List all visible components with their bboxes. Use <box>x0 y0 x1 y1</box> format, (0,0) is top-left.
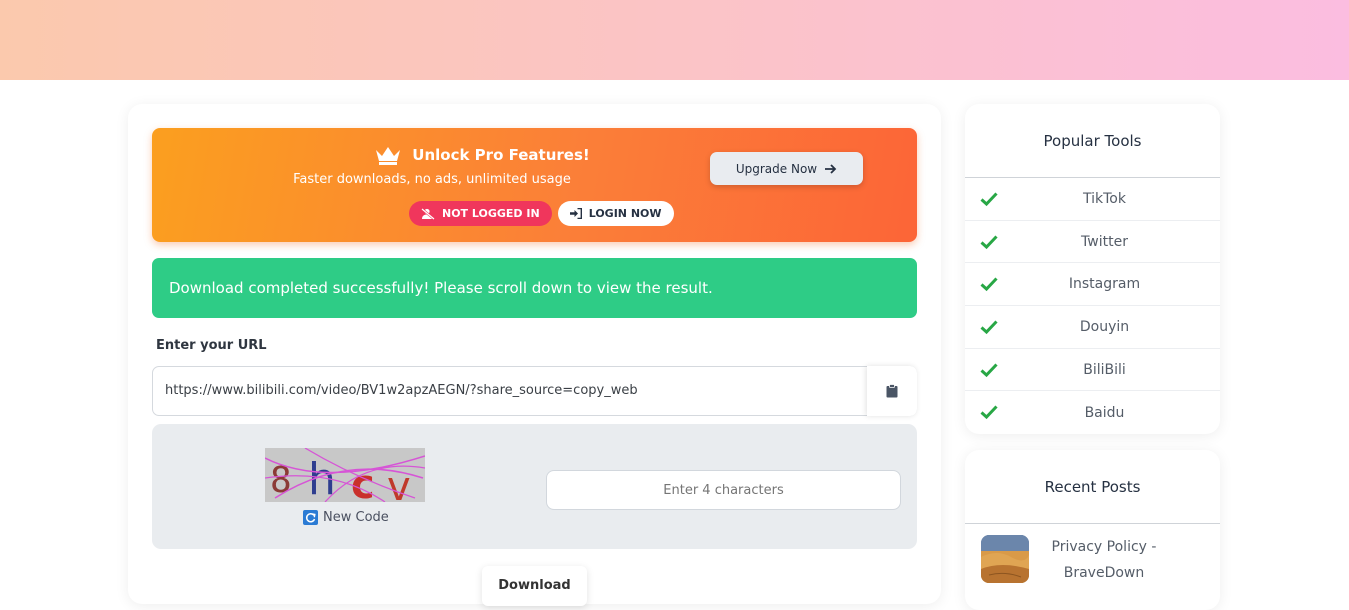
badge-row: NOT LOGGED IN LOGIN NOW <box>409 201 674 226</box>
clipboard-icon <box>886 384 898 398</box>
upgrade-now-label: Upgrade Now <box>735 161 818 176</box>
paste-button[interactable] <box>867 366 917 416</box>
refresh-icon <box>303 510 318 525</box>
crown-icon <box>376 147 401 165</box>
tool-item-baidu[interactable]: Baidu <box>965 391 1220 434</box>
recent-posts-title: Recent Posts <box>965 450 1220 524</box>
tool-label: Douyin <box>1079 318 1130 335</box>
header-banner <box>0 0 1349 80</box>
tool-item-douyin[interactable]: Douyin <box>965 306 1220 349</box>
arrow-right-icon <box>825 163 837 174</box>
post-thumbnail <box>981 535 1029 583</box>
tool-item-instagram[interactable]: Instagram <box>965 263 1220 307</box>
not-logged-in-badge: NOT LOGGED IN <box>409 201 552 226</box>
download-button[interactable]: Download <box>482 566 587 606</box>
pro-title-text: Unlock Pro Features! <box>412 146 590 164</box>
success-alert: Download completed successfully! Please … <box>152 258 917 318</box>
new-code-button[interactable]: New Code <box>303 510 389 525</box>
login-now-label: LOGIN NOW <box>588 207 662 220</box>
post-title: Privacy Policy - BraveDown <box>1051 539 1157 581</box>
check-icon <box>980 405 998 420</box>
tool-item-twitter[interactable]: Twitter <box>965 221 1220 264</box>
url-input-value: https://www.bilibili.com/video/BV1w2apzA… <box>165 383 638 398</box>
popular-tools-card: Popular Tools TikTok Twitter Instagram D… <box>965 104 1220 434</box>
recent-post-item[interactable]: Privacy Policy - BraveDown <box>965 524 1220 594</box>
url-label: Enter your URL <box>156 338 267 353</box>
desert-image-icon <box>981 535 1029 583</box>
captcha-panel: 8 h c v New Code <box>152 424 917 549</box>
tool-label: Instagram <box>1068 276 1141 293</box>
tool-label: TikTok <box>1083 190 1126 207</box>
check-icon <box>980 235 998 249</box>
url-input[interactable]: https://www.bilibili.com/video/BV1w2apzA… <box>152 366 917 416</box>
sign-in-icon <box>569 208 582 219</box>
tool-label: Baidu <box>1084 404 1125 421</box>
check-icon <box>980 363 998 377</box>
upgrade-now-button[interactable]: Upgrade Now <box>710 152 863 185</box>
download-card: Unlock Pro Features! Faster downloads, n… <box>128 104 941 606</box>
tool-label: BiliBili <box>1083 361 1126 378</box>
tool-item-tiktok[interactable]: TikTok <box>965 178 1220 221</box>
tool-label: Twitter <box>1081 233 1128 250</box>
user-slash-icon <box>421 207 435 220</box>
recent-posts-card: Recent Posts Privacy Policy - BraveDown <box>965 450 1220 610</box>
popular-tools-title: Popular Tools <box>965 104 1220 178</box>
captcha-input[interactable] <box>546 470 901 510</box>
pro-subtitle: Faster downloads, no ads, unlimited usag… <box>293 172 571 187</box>
check-icon <box>980 320 998 335</box>
login-now-button[interactable]: LOGIN NOW <box>557 201 674 226</box>
new-code-label: New Code <box>323 510 389 525</box>
captcha-char: v <box>387 464 411 502</box>
popular-tools-list: TikTok Twitter Instagram Douyin BiliBili… <box>965 178 1220 434</box>
pro-features-banner: Unlock Pro Features! Faster downloads, n… <box>152 128 917 242</box>
not-logged-in-label: NOT LOGGED IN <box>442 207 540 220</box>
tool-item-bilibili[interactable]: BiliBili <box>965 349 1220 392</box>
check-icon <box>980 192 998 207</box>
captcha-image: 8 h c v <box>265 448 425 502</box>
pro-title: Unlock Pro Features! <box>312 144 652 166</box>
check-icon <box>980 277 998 292</box>
